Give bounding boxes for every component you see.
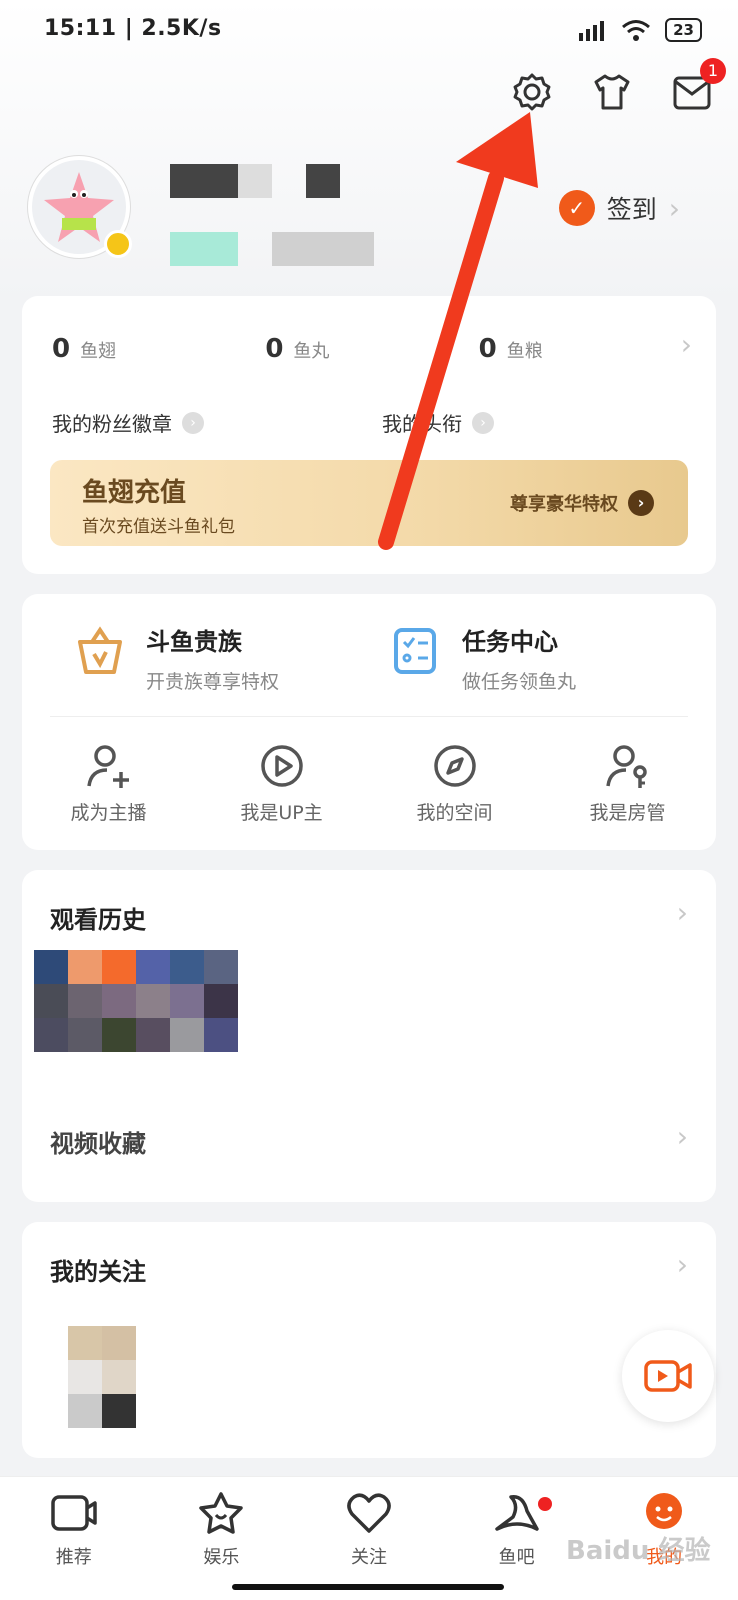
tab-label: 推荐: [55, 1547, 92, 1568]
divider: [50, 716, 688, 717]
currency-yuchi[interactable]: 0 鱼翅: [52, 334, 265, 364]
chevron-right-icon: ›: [628, 490, 654, 516]
battery-indicator: 23: [665, 18, 702, 42]
currency-row: 0 鱼翅 0 鱼丸 0 鱼粮 ›: [52, 328, 692, 364]
user-add-icon: [86, 745, 129, 788]
currency-value: 0: [265, 334, 284, 364]
message-count-badge: 1: [700, 58, 726, 84]
tab-label: 关注: [350, 1547, 387, 1568]
title-link[interactable]: 我的头衔 ›: [372, 408, 692, 437]
heart-icon: [347, 1493, 391, 1533]
username-blurred: [306, 164, 340, 198]
tab-recommend[interactable]: 推荐: [0, 1491, 148, 1569]
video-camera-icon: [644, 1360, 692, 1392]
grid-label: 我是UP主: [240, 802, 323, 824]
checkin-label: 签到: [606, 195, 657, 224]
tab-label: 娱乐: [203, 1547, 240, 1568]
recharge-cta[interactable]: 尊享豪华特权 ›: [510, 490, 654, 516]
chevron-right-icon[interactable]: ›: [681, 328, 692, 361]
notification-dot: [538, 1497, 553, 1511]
chevron-right-icon[interactable]: ›: [677, 1248, 688, 1281]
user-level-blurred: [170, 232, 238, 266]
currency-unit: 鱼丸: [293, 341, 330, 362]
followed-avatar-blurred[interactable]: [68, 1326, 136, 1428]
user-id-blurred: [272, 232, 374, 266]
currency-unit: 鱼翅: [80, 341, 117, 362]
watermark: Baidu 经验: [566, 1536, 711, 1566]
star-icon: [199, 1492, 244, 1534]
checkin-button[interactable]: ✓ 签到 ›: [558, 190, 680, 226]
recharge-title: 鱼翅充值: [82, 478, 187, 508]
fan-badge-label: 我的粉丝徽章: [52, 412, 172, 436]
service-grid: 成为主播 我是UP主 我的空间 我是房管: [22, 742, 716, 825]
noble-entry[interactable]: 斗鱼贵族 开贵族尊享特权: [72, 622, 279, 694]
profile-icon: [646, 1493, 683, 1529]
noble-title: 斗鱼贵族: [146, 628, 242, 656]
play-circle-icon: [260, 745, 303, 787]
signal-icon: [579, 21, 605, 41]
video-favorites-title[interactable]: 视频收藏: [50, 1124, 146, 1159]
history-thumbnail-blurred[interactable]: [34, 950, 238, 1052]
username-blurred: [170, 164, 238, 198]
home-indicator[interactable]: [232, 1584, 504, 1590]
noble-subtitle: 开贵族尊享特权: [146, 671, 280, 693]
compass-icon: [433, 745, 476, 787]
user-key-icon: [605, 745, 647, 788]
settings-button[interactable]: [512, 72, 552, 112]
tshirt-icon: [594, 74, 630, 110]
currency-yuliang[interactable]: 0 鱼粮: [479, 334, 692, 364]
tv-icon: [51, 1495, 97, 1531]
wallet-card: 0 鱼翅 0 鱼丸 0 鱼粮 › 我的粉丝徽章 › 我的头衔 › 鱼翅充值 首次…: [22, 296, 716, 574]
room-admin-button[interactable]: 我是房管: [541, 742, 714, 825]
task-title: 任务中心: [462, 628, 558, 656]
chevron-right-icon: ›: [668, 191, 680, 225]
currency-value: 0: [478, 334, 497, 364]
tab-entertainment[interactable]: 娱乐: [148, 1491, 296, 1569]
tab-following[interactable]: 关注: [295, 1491, 443, 1569]
recharge-subtitle: 首次充值送斗鱼礼包: [82, 517, 235, 537]
fish-bar-icon: [494, 1495, 539, 1531]
currency-unit: 鱼粮: [506, 341, 543, 362]
chevron-right-icon: ›: [182, 411, 204, 434]
services-card: 斗鱼贵族 开贵族尊享特权 任务中心 做任务领鱼丸 成为主播 我是UP主 我的空间…: [22, 594, 716, 850]
status-bar: 15:11 | 2.5K/s 23: [0, 0, 738, 64]
crown-basket-icon: [78, 626, 122, 674]
messages-button[interactable]: 1: [672, 58, 726, 112]
check-icon: ✓: [558, 190, 595, 226]
follow-title[interactable]: 我的关注: [50, 1252, 146, 1287]
chevron-right-icon[interactable]: ›: [677, 896, 688, 929]
currency-value: 0: [52, 334, 71, 364]
edit-avatar-icon[interactable]: [104, 230, 132, 258]
status-icons: 23: [579, 18, 702, 42]
wifi-icon: [622, 20, 651, 41]
task-subtitle: 做任务领鱼丸: [462, 671, 577, 693]
tab-label: 鱼吧: [498, 1547, 535, 1568]
chevron-right-icon[interactable]: ›: [677, 1120, 688, 1153]
username-blurred: [238, 164, 272, 198]
follow-card: 我的关注 ›: [22, 1222, 716, 1458]
grid-label: 成为主播: [70, 802, 147, 824]
currency-yuwan[interactable]: 0 鱼丸: [265, 334, 478, 364]
title-label: 我的头衔: [382, 412, 462, 436]
my-space-button[interactable]: 我的空间: [368, 742, 541, 825]
task-list-icon: [394, 628, 436, 674]
history-title[interactable]: 观看历史: [50, 900, 146, 935]
fan-badge-link[interactable]: 我的粉丝徽章 ›: [52, 408, 372, 437]
task-center-entry[interactable]: 任务中心 做任务领鱼丸: [388, 622, 576, 694]
become-streamer-button[interactable]: 成为主播: [22, 742, 195, 825]
chevron-right-icon: ›: [472, 411, 494, 434]
grid-label: 我是房管: [589, 802, 666, 824]
up-creator-button[interactable]: 我是UP主: [195, 742, 368, 825]
top-toolbar: 1: [512, 58, 726, 112]
go-live-floating-button[interactable]: [622, 1330, 714, 1422]
badge-row: 我的粉丝徽章 › 我的头衔 ›: [52, 408, 692, 437]
skin-button[interactable]: [592, 72, 632, 112]
gear-icon: [513, 73, 551, 111]
grid-label: 我的空间: [416, 802, 493, 824]
history-card: 观看历史 › 视频收藏 ›: [22, 870, 716, 1202]
recharge-cta-label: 尊享豪华特权: [510, 494, 618, 515]
status-time: 15:11 | 2.5K/s: [44, 16, 222, 41]
recharge-banner[interactable]: 鱼翅充值 首次充值送斗鱼礼包 尊享豪华特权 ›: [50, 460, 688, 546]
